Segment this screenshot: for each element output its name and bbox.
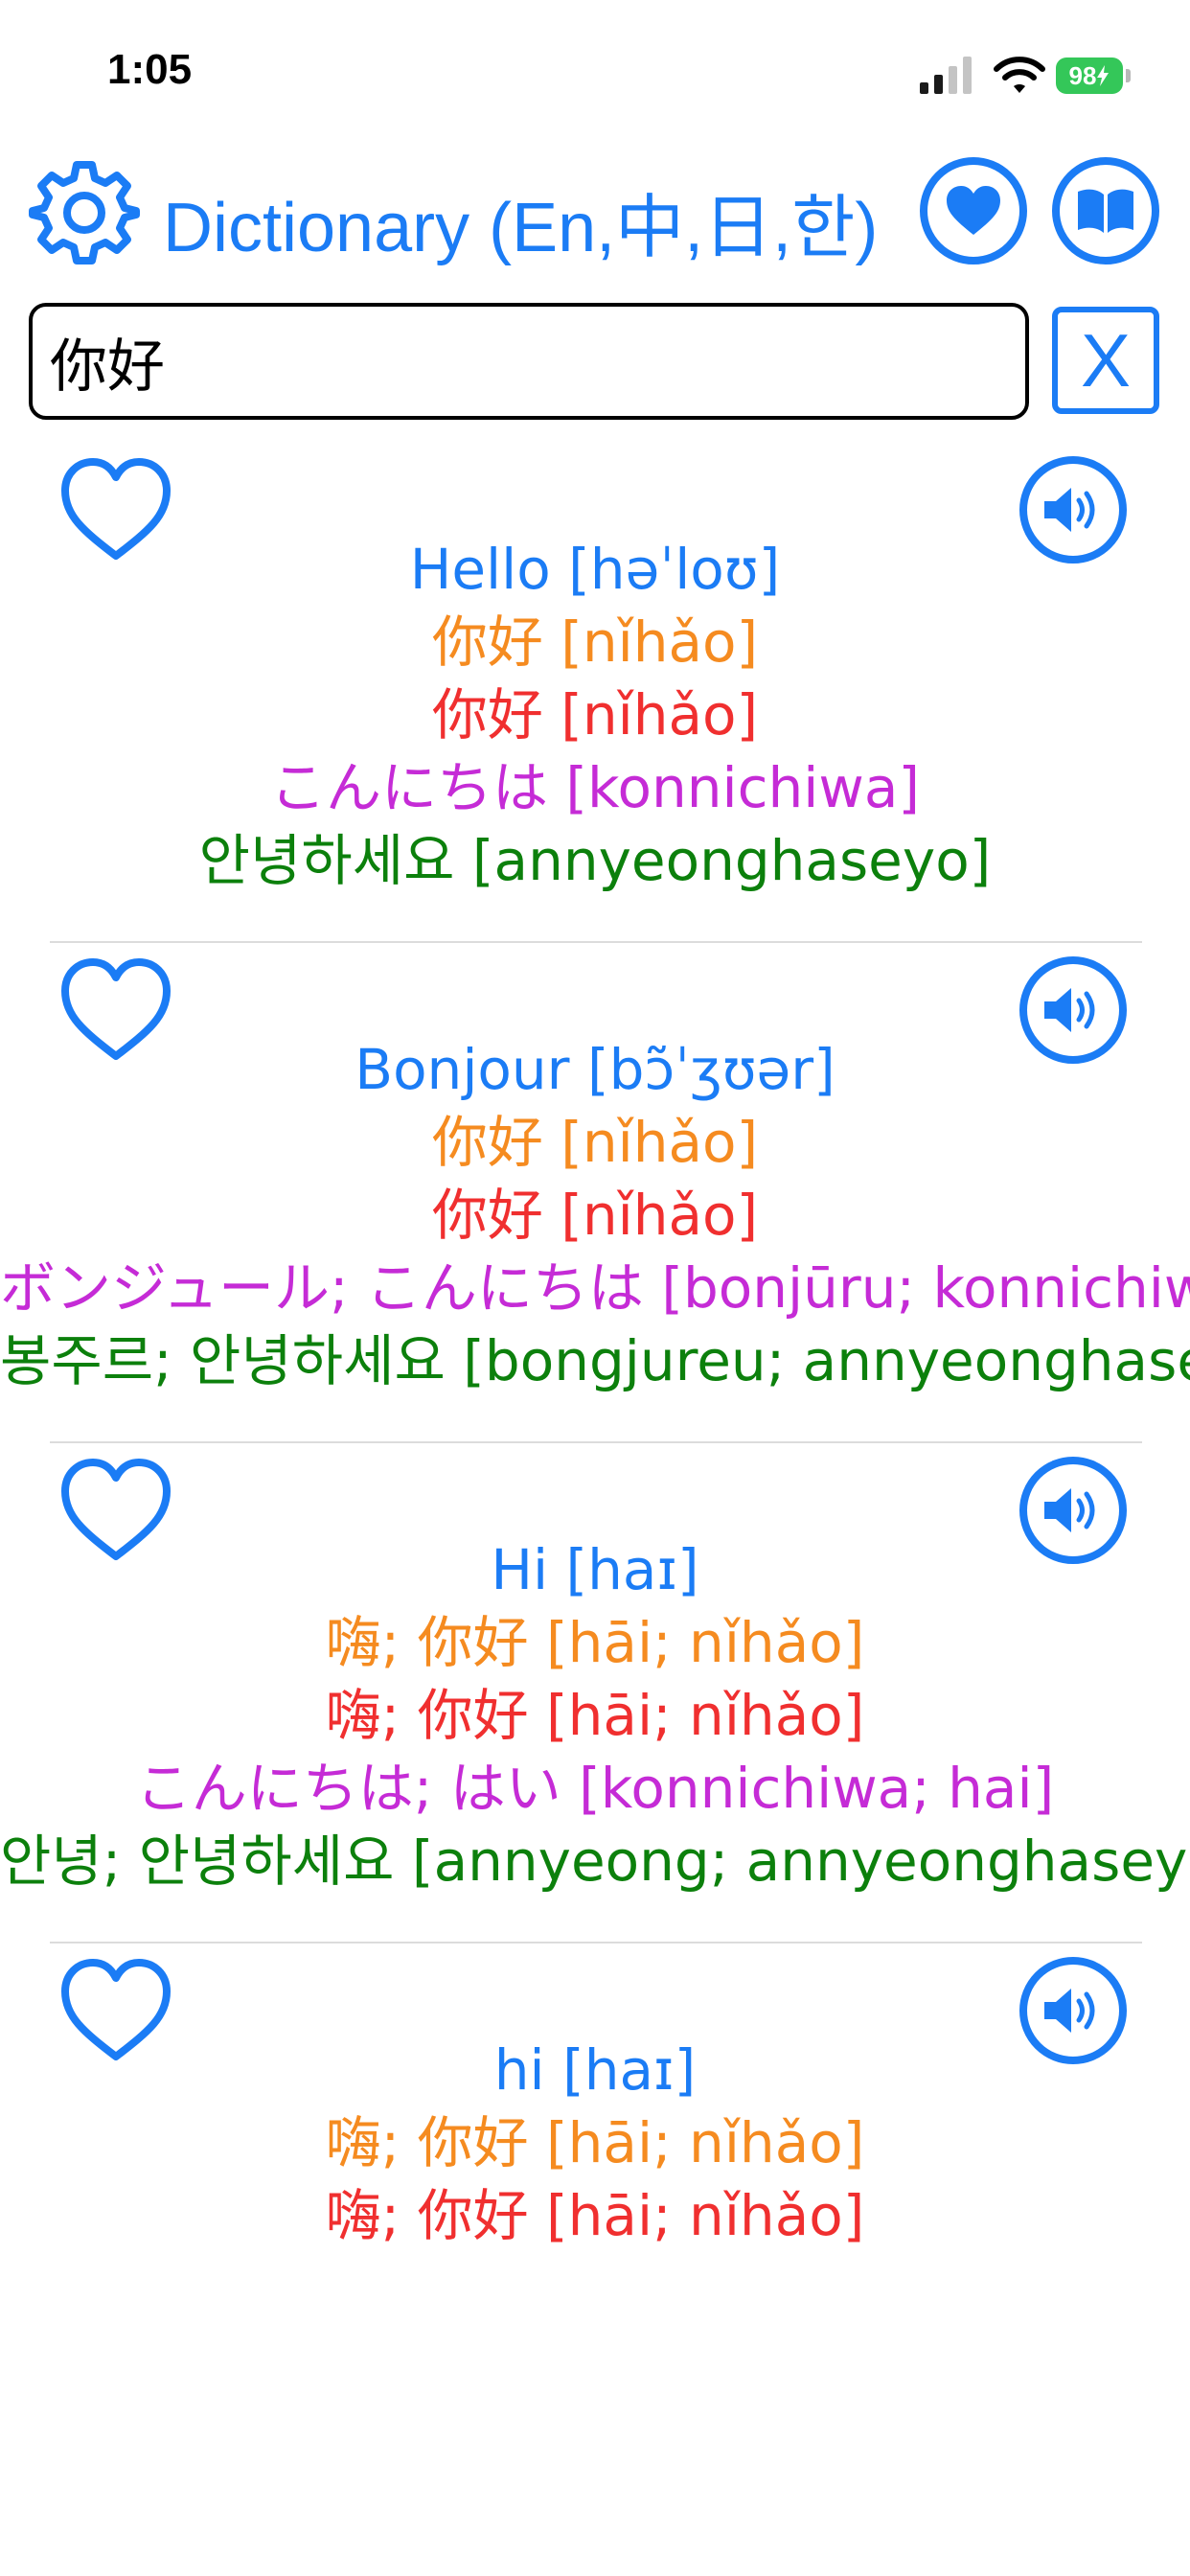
speaker-icon	[1044, 1989, 1095, 2033]
chinese-simplified-line: 你好 [nǐhǎo]	[431, 610, 759, 675]
korean-line: 안녕하세요 [annyeonghaseyo]	[198, 828, 992, 893]
page-title: Dictionary (En,中,日,한)	[163, 190, 879, 266]
app-screen: 1:05 98 Dictionary (En,中,日,한) 你好 X Hello…	[0, 0, 1190, 2576]
chinese-traditional-line: 嗨; 你好 [hāi; nǐhǎo]	[325, 2183, 865, 2248]
battery-level: 98	[1068, 60, 1097, 90]
speaker-icon	[1044, 488, 1095, 532]
result-entry: hi [haɪ] 嗨; 你好 [hāi; nǐhǎo] 嗨; 你好 [hāi; …	[0, 1957, 1190, 2264]
english-line: Bonjour [bɔ̃ˈʒʊər]	[355, 1037, 835, 1102]
japanese-line: こんにちは [konnichiwa]	[269, 755, 921, 820]
battery-cap	[1126, 69, 1131, 82]
english-line: Hello [həˈloʊ]	[409, 537, 781, 602]
clear-search-button[interactable]: X	[1052, 307, 1159, 414]
divider	[50, 1441, 1142, 1443]
cellular-signal-icon	[920, 57, 972, 94]
divider	[50, 941, 1142, 943]
status-time: 1:05	[107, 46, 193, 93]
japanese-line: こんにちは; はい [konnichiwa; hai]	[135, 1756, 1055, 1821]
gear-icon[interactable]	[29, 157, 140, 268]
battery-indicator: 98	[1056, 58, 1123, 94]
speaker-icon	[1044, 1488, 1095, 1532]
charging-bolt-icon	[1097, 65, 1110, 86]
chinese-traditional-line: 嗨; 你好 [hāi; nǐhǎo]	[325, 1683, 865, 1748]
chinese-traditional-line: 你好 [nǐhǎo]	[431, 1183, 759, 1248]
english-line: hi [haɪ]	[493, 2037, 697, 2103]
korean-line: 봉주르; 안녕하세요 [bongjureu; annyeonghaseyo]	[0, 1328, 1190, 1393]
chinese-traditional-line: 你好 [nǐhǎo]	[431, 682, 759, 748]
chinese-simplified-line: 你好 [nǐhǎo]	[431, 1110, 759, 1175]
favorites-button[interactable]	[920, 157, 1027, 264]
chinese-simplified-line: 嗨; 你好 [hāi; nǐhǎo]	[325, 1610, 865, 1675]
korean-line: 안녕; 안녕하세요 [annyeong; annyeonghaseyo]	[0, 1828, 1190, 1894]
result-entry: Bonjour [bɔ̃ˈʒʊər] 你好 [nǐhǎo] 你好 [nǐhǎo]…	[0, 956, 1190, 1407]
english-line: Hi [haɪ]	[491, 1537, 699, 1602]
result-entry: Hi [haɪ] 嗨; 你好 [hāi; nǐhǎo] 嗨; 你好 [hāi; …	[0, 1457, 1190, 1907]
chinese-simplified-line: 嗨; 你好 [hāi; nǐhǎo]	[325, 2110, 865, 2175]
speaker-icon	[1044, 988, 1095, 1032]
result-entry: Hello [həˈloʊ] 你好 [nǐhǎo] 你好 [nǐhǎo] こんに…	[0, 456, 1190, 907]
wifi-icon	[994, 57, 1045, 93]
search-input[interactable]	[29, 303, 1029, 420]
divider	[50, 1942, 1142, 1944]
dictionary-button[interactable]	[1052, 157, 1159, 264]
book-icon	[1078, 189, 1133, 233]
japanese-line: ボンジュール; こんにちは [bonjūru; konnichiwa]	[0, 1255, 1190, 1321]
heart-filled-icon	[947, 186, 1000, 235]
